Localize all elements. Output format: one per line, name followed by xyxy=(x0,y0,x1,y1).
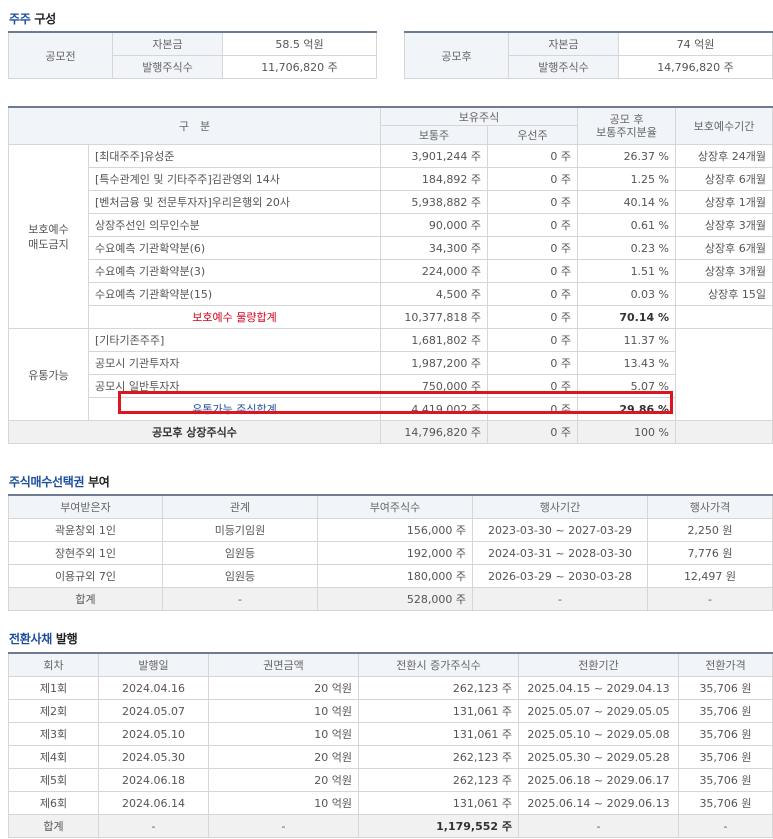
table-row: 장현주외 1인 임원등 192,000 주 2024-03-31 ~ 2028-… xyxy=(8,541,773,565)
table-row: 제1회 2024.04.16 20 억원 262,123 주 2025.04.1… xyxy=(8,676,773,700)
table-row: 보호예수 매도금지 [최대주주]유성준 3,901,244 주 0 주 26.37… xyxy=(8,144,773,329)
table-row: 수요예측 기관확약분(3) 224,000 주 0 주 1.51 % 상장후 3… xyxy=(9,259,773,283)
table-row: 공모시 기관투자자 1,987,200 주 0 주 13.43 % xyxy=(9,351,773,375)
options-section-title: 주식매수선택권 부여 xyxy=(9,475,110,489)
table-row: 유통가능 [기타기존주주] 1,681,802 주 0 주 11.37 % xyxy=(8,328,773,421)
header-held: 보유주식 xyxy=(379,106,579,126)
header-category: 구 분 xyxy=(8,106,381,145)
table-row: 상장주선인 의무인수분 90,000 주 0 주 0.61 % 상장후 3개월 xyxy=(9,213,773,237)
shares-value: 14,796,820 주 xyxy=(618,55,773,79)
capital-value: 58.5 억원 xyxy=(222,31,377,56)
table-row: 제6회 2024.06.14 10 억원 131,061 주 2025.06.1… xyxy=(8,791,773,815)
table-row: 곽윤창외 1인 미등기임원 156,000 주 2023-03-30 ~ 202… xyxy=(8,518,773,542)
holdings-table: 구 분 보유주식 공모 후 보통주지분율 보호예수기간 보통주 우선주 보호예수 매… xyxy=(8,106,773,444)
table-row: [특수관계인 및 기타주주]김관영외 14사 184,892 주 0 주 1.2… xyxy=(9,167,773,191)
capital-label: 자본금 xyxy=(508,31,619,56)
shares-label: 발행주식수 xyxy=(112,55,223,79)
grand-total-row: 공모후 상장주식수 14,796,820 주 0 주 100 % xyxy=(8,420,773,444)
post-ipo-table: 공모후 자본금 74 억원 발행주식수 14,796,820 주 xyxy=(404,31,773,79)
group-lockup-label: 보호예수 매도금지 xyxy=(8,144,89,329)
capital-label: 자본금 xyxy=(112,31,223,56)
bonds-table: 회차 발행일 권면금액 전환시 증가주식수 전환기간 전환가격 제1회 2024… xyxy=(8,652,773,838)
header-preferred: 우선주 xyxy=(486,125,579,145)
table-row: [벤처금융 및 전문투자자]우리은행외 20사 5,938,882 주 0 주 … xyxy=(9,190,773,214)
table-row: 제4회 2024.05.30 20 억원 262,123 주 2025.05.3… xyxy=(8,745,773,769)
header-common: 보통주 xyxy=(380,125,488,145)
table-row: 제2회 2024.05.07 10 억원 131,061 주 2025.05.0… xyxy=(8,699,773,723)
lockup-total-row: 보호예수 물량합계 10,377,818 주 0 주 70.14 % xyxy=(9,305,773,329)
shares-label: 발행주식수 xyxy=(508,55,619,79)
group-tradable-label: 유통가능 xyxy=(8,328,89,421)
table-row: 제3회 2024.05.10 10 억원 131,061 주 2025.05.1… xyxy=(8,722,773,746)
capital-value: 74 억원 xyxy=(618,31,773,56)
shares-value: 11,706,820 주 xyxy=(222,55,377,79)
post-ipo-label: 공모후 xyxy=(404,31,509,79)
options-table: 부여받은자 관계 부여주식수 행사기간 행사가격 곽윤창외 1인 미등기임원 1… xyxy=(8,494,773,611)
table-row: 이용규외 7인 임원등 180,000 주 2026-03-29 ~ 2030-… xyxy=(8,564,773,588)
header-lockup: 보호예수기간 xyxy=(675,106,773,145)
header-ratio: 공모 후 보통주지분율 xyxy=(577,106,677,145)
table-row: 제5회 2024.06.18 20 억원 262,123 주 2025.06.1… xyxy=(8,768,773,792)
shareholder-section-title: 주주 구성 xyxy=(9,12,56,26)
table-row: 공모시 일반투자자 750,000 주 0 주 5.07 % xyxy=(9,374,773,398)
table-row: 수요예측 기관확약분(15) 4,500 주 0 주 0.03 % 상장후 15… xyxy=(9,282,773,306)
bonds-section-title: 전환사채 발행 xyxy=(9,632,78,646)
tradable-total-row: 유통가능 주식합계 4,419,002 주 0 주 29.86 % xyxy=(9,397,773,421)
table-row: 수요예측 기관확약분(6) 34,300 주 0 주 0.23 % 상장후 6개… xyxy=(9,236,773,260)
pre-ipo-label: 공모전 xyxy=(8,31,113,79)
pre-ipo-table: 공모전 자본금 58.5 억원 발행주식수 11,706,820 주 xyxy=(8,31,377,79)
bonds-total-row: 합계 - - 1,179,552 주 - - xyxy=(8,814,773,838)
options-total-row: 합계 - 528,000 주 - - xyxy=(8,587,773,611)
